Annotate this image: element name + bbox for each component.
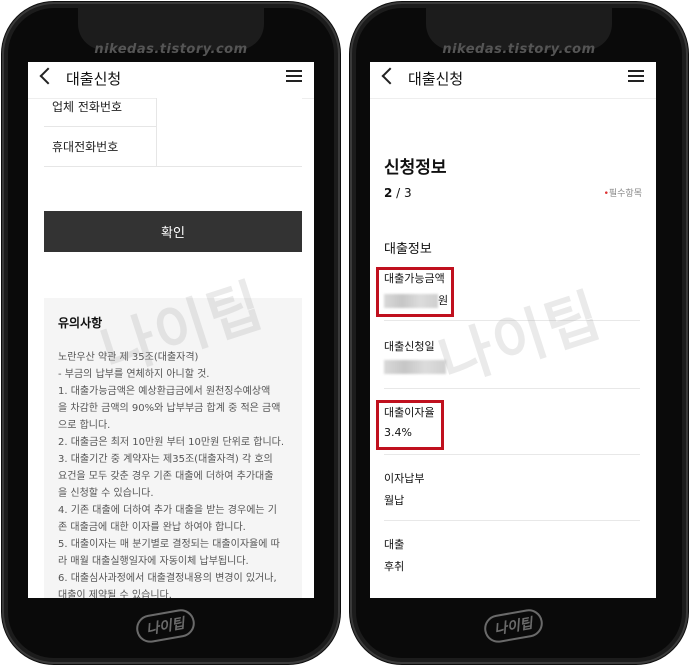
hamburger-menu-icon[interactable] xyxy=(286,70,302,82)
loan-label: 대출 xyxy=(384,538,405,551)
step-indicator: 2 / 3 xyxy=(384,186,412,200)
loan-info-heading: 대출정보 xyxy=(384,242,432,257)
info-row-date: 대출신청일 xyxy=(384,338,640,389)
notice-line: 을 신청할 수 있습니다. xyxy=(58,488,154,499)
phone-frame-left: nikedas.tistory.com 대출신청 업체 전화번호 휴대전화번호 … xyxy=(2,2,340,664)
notice-line: 으로 합니다. xyxy=(58,420,111,431)
loan-value: 후취 xyxy=(384,560,405,573)
notice-line: 1. 대출가능금액은 예상환급금에서 원천징수예상액 xyxy=(58,386,271,397)
interest-payment-label: 이자납부 xyxy=(384,472,425,485)
app-header: 대출신청 xyxy=(370,62,656,99)
confirm-button[interactable]: 확인 xyxy=(44,211,302,252)
highlight-box-amount xyxy=(376,267,454,317)
back-arrow-icon[interactable] xyxy=(381,67,399,85)
notice-line: 대출이 제약될 수 있습니다. xyxy=(58,590,172,598)
highlight-box-rate xyxy=(376,400,444,450)
required-label: 필수항목 xyxy=(608,189,642,199)
app-header: 대출신청 xyxy=(28,62,314,99)
hamburger-menu-icon[interactable] xyxy=(628,70,644,82)
required-note: •필수항목 xyxy=(604,186,642,199)
step-total: 3 xyxy=(404,186,412,200)
notice-line: 4. 기존 대출에 더하여 추가 대출을 받는 경우에는 기 xyxy=(58,505,277,516)
mobile-phone-label: 휴대전화번호 xyxy=(52,140,119,154)
notice-line: 을 차감한 금액의 90%와 납부부금 합계 중 적은 금액 xyxy=(58,403,281,414)
step-separator: / xyxy=(392,186,405,200)
apply-date-label: 대출신청일 xyxy=(384,340,435,353)
notice-box: 유의사항 노란우산 약관 제 35조(대출자격) - 부금의 납부를 연체하지 … xyxy=(44,298,302,598)
company-phone-input[interactable] xyxy=(156,98,302,126)
company-phone-label: 업체 전화번호 xyxy=(52,100,123,114)
notice-line: 3. 대출기간 중 계약자는 제35조(대출자격) 각 호의 xyxy=(58,454,273,465)
mobile-phone-input[interactable] xyxy=(156,126,302,166)
section-heading: 신청정보 xyxy=(384,158,447,178)
notice-title: 유의사항 xyxy=(58,316,103,330)
notice-line: 요건을 모두 갖춘 경우 기존 대출에 더하여 추가대출 xyxy=(58,471,274,482)
form-row-mobile-phone: 휴대전화번호 xyxy=(44,126,302,167)
notice-line: - 부금의 납부를 연체하지 아니할 것. xyxy=(58,369,210,380)
redacted-date xyxy=(384,360,446,374)
interest-payment-value: 월납 xyxy=(384,494,405,507)
info-row-interest-payment: 이자납부 월납 xyxy=(384,470,640,521)
notice-line: 존 대출금에 대한 이자를 완납 하여야 합니다. xyxy=(58,522,246,533)
form-row-company-phone: 업체 전화번호 xyxy=(44,98,302,127)
page-title: 대출신청 xyxy=(66,70,122,88)
apply-date-value xyxy=(384,360,640,374)
notice-line: 5. 대출이자는 매 분기별로 결정되는 대출이자율에 따 xyxy=(58,539,280,550)
notice-line: 6. 대출심사과정에서 대출결정내용의 변경이 있거나, xyxy=(58,573,277,584)
watermark-site: nikedas.tistory.com xyxy=(94,42,248,57)
app-screen-right: 대출신청 신청정보 2 / 3 •필수항목 대출정보 대출가능금액 원 대출신청… xyxy=(370,62,656,598)
back-arrow-icon[interactable] xyxy=(39,67,57,85)
notice-line: 노란우산 약관 제 35조(대출자격) xyxy=(58,352,199,363)
notice-line: 2. 대출금은 최저 10만원 부터 10만원 단위로 합니다. xyxy=(58,437,285,448)
info-row-loan: 대출 후취 xyxy=(384,536,640,586)
watermark-site: nikedas.tistory.com xyxy=(442,42,596,57)
phone-frame-right: nikedas.tistory.com 대출신청 신청정보 2 / 3 •필수항… xyxy=(350,2,688,664)
notice-line: 라 매월 대출실행일자에 자동이체 납부됩니다. xyxy=(58,556,249,567)
app-screen-left: 대출신청 업체 전화번호 휴대전화번호 확인 유의사항 노란우산 약관 제 35… xyxy=(28,62,314,598)
page-title: 대출신청 xyxy=(408,70,464,88)
